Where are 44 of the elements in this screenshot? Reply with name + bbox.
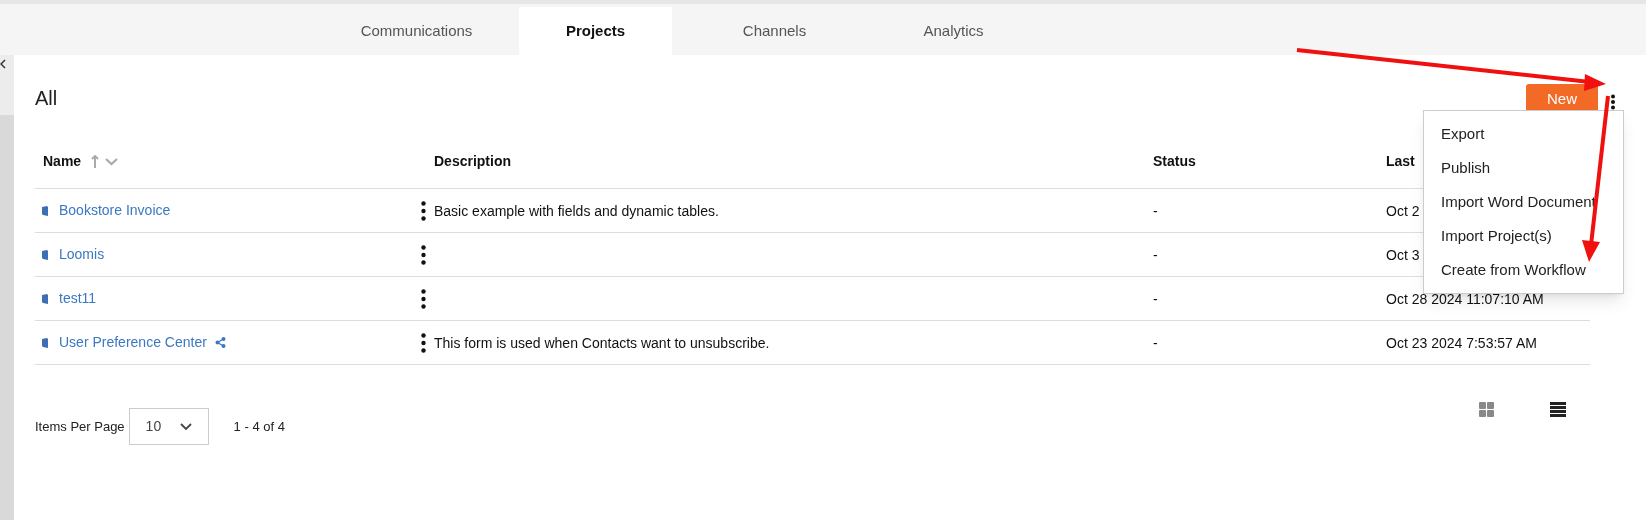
project-link[interactable]: User Preference Center — [59, 332, 207, 353]
book-icon — [41, 205, 49, 216]
column-header[interactable]: Name — [43, 151, 82, 172]
menu-item[interactable]: Import Project(s) — [1424, 219, 1623, 253]
column-header[interactable]: Last — [1386, 151, 1415, 172]
table-cell: - — [1153, 202, 1158, 219]
table-cell: Basic example with fields and dynamic tables. — [434, 202, 719, 219]
menu-item[interactable]: Create from Workflow — [1424, 253, 1623, 287]
page-range: 1 - 4 of 4 — [233, 417, 286, 436]
book-icon — [41, 337, 49, 348]
book-icon — [41, 293, 49, 304]
menu-item[interactable]: Publish — [1424, 151, 1623, 185]
table-cell: Oct 3 — [1386, 246, 1420, 263]
page-title: All — [35, 85, 59, 111]
table-cell: - — [1153, 246, 1158, 263]
page-size-select[interactable]: 10 — [128, 408, 209, 445]
items-per-page-label: Items Per Page — [35, 417, 125, 436]
column-header[interactable]: Status — [1153, 151, 1196, 172]
more-options-icon[interactable] — [421, 288, 426, 309]
table-cell: - — [1153, 290, 1158, 307]
share-icon[interactable] — [214, 337, 226, 348]
column-header[interactable]: Description — [434, 151, 511, 172]
book-icon — [41, 249, 49, 260]
list-view-icon[interactable] — [1550, 402, 1566, 417]
chevron-down-icon[interactable] — [179, 422, 192, 431]
tab[interactable]: Communications — [340, 7, 493, 55]
table-cell: This form is used when Contacts want to unsubscribe. — [434, 334, 770, 351]
tab[interactable]: Analytics — [877, 7, 1030, 55]
more-options-icon[interactable] — [421, 200, 426, 221]
menu-item[interactable]: Export — [1424, 117, 1623, 151]
chevron-left-icon[interactable] — [0, 59, 6, 69]
more-options-icon[interactable] — [421, 332, 426, 353]
project-link[interactable]: Loomis — [59, 244, 105, 265]
table-cell: - — [1153, 334, 1158, 351]
table-cell: Oct 28 2024 11:07:10 AM — [1386, 290, 1544, 307]
tab[interactable]: Projects — [519, 7, 672, 55]
more-options-icon[interactable] — [421, 244, 426, 265]
table-cell: Oct 2 — [1386, 202, 1420, 219]
grid-view-icon[interactable] — [1479, 402, 1494, 417]
tab[interactable]: Channels — [698, 7, 851, 55]
project-link[interactable]: test11 — [59, 288, 97, 309]
more-options-icon[interactable] — [1610, 93, 1616, 110]
project-link[interactable]: Bookstore Invoice — [59, 200, 171, 221]
table-cell: Oct 23 2024 7:53:57 AM — [1386, 334, 1537, 351]
